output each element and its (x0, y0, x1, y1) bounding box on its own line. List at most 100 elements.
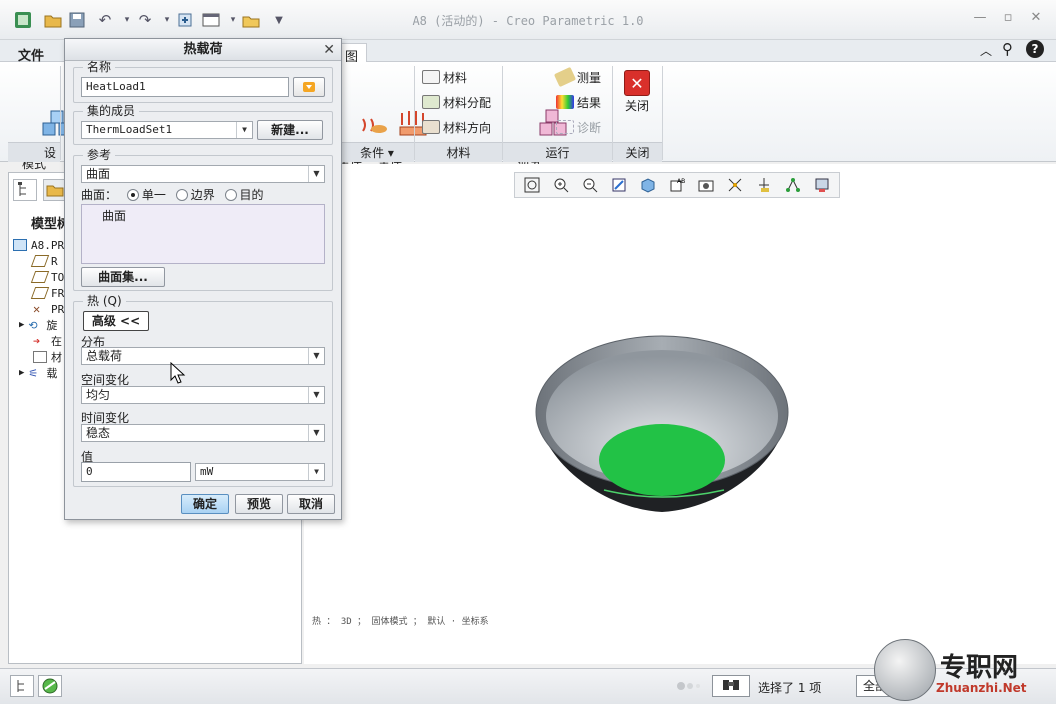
unit-select[interactable]: mW ▼ (195, 463, 325, 481)
measure-button[interactable]: 测量 (553, 66, 601, 88)
bowl-model[interactable] (304, 164, 1056, 664)
close-ribbon-label: 关闭 (624, 99, 649, 113)
material-assign-label: 材料分配 (443, 95, 492, 110)
tree-item-loads[interactable]: ▶ ⚟ 载 (19, 365, 57, 381)
window-title: A8 (活动的) - Creo Parametric 1.0 (412, 14, 644, 28)
tree-item-root[interactable]: A8.PR (13, 237, 64, 253)
csys-display-icon[interactable] (751, 174, 776, 196)
find-icon[interactable] (712, 675, 750, 697)
measure-icon (553, 66, 577, 88)
tree-item-revolve[interactable]: ▶ ⟲ 旋 (19, 317, 57, 333)
reference-type-select[interactable]: 曲面 ▼ (81, 165, 325, 183)
point-display-icon[interactable] (780, 174, 805, 196)
surface-type-label: 曲面： (81, 188, 118, 202)
title-bar: ↶ ▾ ↷ ▾ ▾ ▼ A8 (活动的) - Creo Parametric 1… (0, 0, 1056, 40)
annotation-display-icon[interactable] (809, 174, 834, 196)
value-input[interactable]: 0 (81, 462, 191, 482)
minimize-ribbon-icon[interactable]: ︿ (980, 42, 992, 59)
repaint-icon[interactable] (606, 174, 631, 196)
named-view-icon[interactable] (693, 174, 718, 196)
mouse-cursor-icon (170, 362, 186, 384)
load-set-select[interactable]: ThermLoadSet1 ▼ (81, 121, 253, 139)
structure-mode-button[interactable]: 结构 模式 (14, 70, 72, 184)
surface-set-button[interactable]: 曲面集... (81, 267, 165, 287)
zoom-out-icon[interactable] (577, 174, 602, 196)
svg-text:AB: AB (677, 178, 685, 185)
material-button[interactable]: 材料 (422, 66, 467, 88)
tree-item-insert-here[interactable]: ➔ 在 (33, 333, 62, 349)
graphics-window[interactable] (304, 164, 1056, 664)
tree-item-material[interactable]: 材 (33, 349, 62, 365)
material-assign-icon (422, 95, 440, 109)
help-icon[interactable]: ? (1026, 40, 1044, 58)
chevron-down-icon: ▼ (308, 464, 324, 480)
watermark-logo (874, 639, 936, 701)
radiation-icon (374, 94, 427, 136)
results-button[interactable]: 结果 (556, 91, 601, 113)
tree-item-front[interactable]: FR (30, 285, 64, 301)
chevron-down-icon: ▼ (308, 348, 324, 364)
browser-icon[interactable] (38, 675, 62, 697)
diagnose-icon (556, 120, 574, 134)
radio-single[interactable] (126, 189, 139, 201)
group-label-material: 材料 (415, 142, 502, 162)
diagnose-button[interactable]: 诊断 (556, 116, 601, 138)
radio-intent[interactable] (224, 189, 237, 201)
results-icon (556, 95, 574, 109)
group-label-close: 关闭 (613, 142, 662, 162)
heat-load-surface[interactable] (599, 424, 725, 496)
tab-file[interactable]: 文件 (10, 43, 52, 64)
set-legend: 集的成员 (83, 105, 140, 118)
tree-item-top[interactable]: TO (30, 269, 64, 285)
material-icon (422, 70, 440, 84)
chevron-down-icon: ▼ (236, 122, 252, 138)
dialog-close-icon[interactable]: ✕ (323, 39, 335, 61)
analysis-study-icon (514, 94, 567, 136)
saved-views-icon[interactable]: AB (664, 174, 689, 196)
material-orientation-button[interactable]: 材料方向 (422, 116, 491, 138)
cancel-button[interactable]: 取消 (287, 494, 335, 514)
material-assign-button[interactable]: 材料分配 (422, 91, 491, 113)
watermark-url: Zhuanzhi.Net (936, 681, 1027, 695)
tree-item-right[interactable]: R (30, 253, 58, 269)
graphics-info-text: 热 ： 3D ； 固体模式 ； 默认 · 坐标系 (312, 617, 489, 627)
group-label-conditions[interactable]: 条件 ▾ (340, 142, 414, 162)
watermark-text: 专职网 (940, 653, 1019, 683)
show-tree-icon[interactable] (10, 675, 34, 697)
collector-item[interactable]: 曲面 (102, 207, 126, 224)
close-app-button[interactable]: ✕ (1026, 10, 1046, 28)
group-label-run: 运行 (503, 142, 612, 162)
advanced-button[interactable]: 高级 << (83, 311, 149, 331)
surface-collector[interactable]: 曲面 (81, 204, 325, 264)
temporal-variation-select[interactable]: 稳态 ▼ (81, 424, 325, 442)
datum-display-icon[interactable] (722, 174, 747, 196)
name-input[interactable]: HeatLoad1 (81, 77, 289, 97)
display-style-icon[interactable] (635, 174, 660, 196)
distribution-select[interactable]: 总载荷 ▼ (81, 347, 325, 365)
chevron-down-icon: ▼ (308, 425, 324, 441)
radio-boundary[interactable] (175, 189, 188, 201)
name-color-button[interactable] (293, 77, 325, 97)
csys-icon: ✕ (33, 302, 41, 316)
tree-item-csys[interactable]: ✕ PR (33, 301, 64, 317)
maximize-button[interactable]: ▫ (998, 10, 1018, 28)
dialog-title: 热载荷 (183, 42, 223, 57)
spatial-variation-select[interactable]: 均匀 ▼ (81, 386, 325, 404)
preview-button[interactable]: 预览 (235, 494, 283, 514)
close-ribbon-button[interactable]: ✕ 关闭 (620, 70, 654, 113)
structure-mode-icon (18, 96, 72, 136)
chevron-down-icon: ▼ (308, 166, 324, 182)
surface-type-row: 曲面： 单一 边界 目的 (81, 188, 264, 202)
search-icon[interactable]: ⚲ (1002, 40, 1013, 58)
new-set-button[interactable]: 新建... (257, 120, 323, 140)
diagnose-label: 诊断 (577, 120, 602, 135)
close-red-icon: ✕ (624, 70, 650, 96)
selection-status: 选择了 1 项 (758, 681, 822, 695)
zoom-in-icon[interactable] (548, 174, 573, 196)
view-toolbar: AB (514, 172, 840, 198)
material-label: 材料 (443, 70, 468, 85)
ok-button[interactable]: 确定 (181, 494, 229, 514)
tree-tab-icon[interactable] (13, 179, 37, 201)
refit-icon[interactable] (519, 174, 544, 196)
minimize-button[interactable]: — (970, 10, 990, 28)
